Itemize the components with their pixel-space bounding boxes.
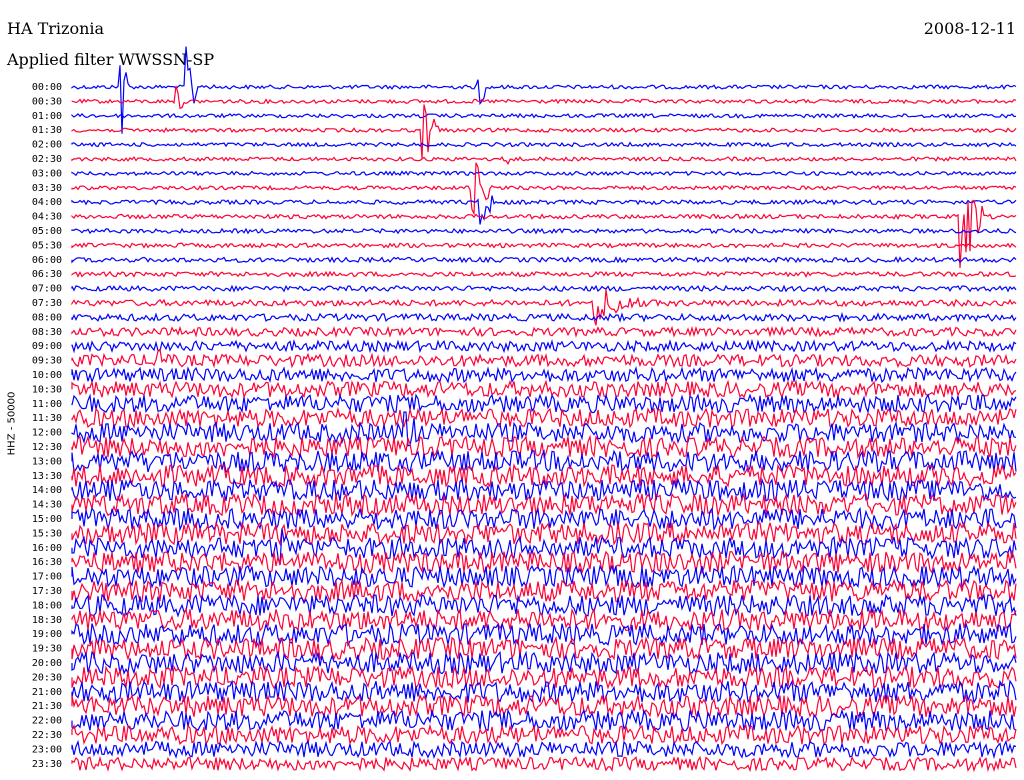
row-label: 20:30	[32, 672, 62, 683]
trace-line	[71, 195, 1017, 225]
trace-line	[71, 162, 1017, 216]
row-label: 11:30	[32, 413, 62, 424]
row-label: 08:00	[32, 312, 62, 323]
row-label: 01:30	[32, 125, 62, 136]
trace-line	[71, 739, 1017, 760]
trace-line	[71, 104, 1017, 159]
row-label: 10:00	[32, 370, 62, 381]
trace-line	[71, 348, 1017, 369]
trace-line	[71, 284, 1017, 293]
trace-line	[71, 755, 1017, 773]
trace-line	[71, 379, 1017, 400]
row-label: 08:30	[32, 327, 62, 338]
trace-line	[71, 311, 1017, 323]
row-label: 13:30	[32, 471, 62, 482]
row-label: 09:30	[32, 356, 62, 367]
row-labels: 00:00 00:30 01:00 01:30 02:00 02:30 03:00 03:30…	[32, 82, 62, 770]
trace-line	[71, 448, 1017, 474]
trace-line	[71, 635, 1017, 662]
row-label: 12:30	[32, 442, 62, 453]
trace-line	[71, 365, 1017, 384]
row-label: 22:00	[32, 716, 62, 727]
row-label: 13:00	[32, 456, 62, 467]
trace-line	[71, 406, 1017, 429]
row-label: 17:00	[32, 572, 62, 583]
row-label: 19:30	[32, 644, 62, 655]
trace-line	[71, 325, 1017, 339]
row-label: 18:30	[32, 615, 62, 626]
row-label: 21:30	[32, 701, 62, 712]
row-label: 02:30	[32, 154, 62, 165]
trace-line	[71, 170, 1017, 177]
trace-line	[71, 270, 1017, 278]
row-label: 06:30	[32, 269, 62, 280]
trace-line	[71, 199, 1017, 269]
trace-line	[71, 85, 1017, 110]
row-label: 11:00	[32, 399, 62, 410]
row-label: 18:00	[32, 600, 62, 611]
row-label: 19:00	[32, 629, 62, 640]
row-label: 23:30	[32, 759, 62, 770]
row-label: 04:00	[32, 197, 62, 208]
trace-line	[71, 156, 1017, 166]
row-label: 02:00	[32, 140, 62, 151]
row-label: 23:00	[32, 744, 62, 755]
row-label: 01:00	[32, 111, 62, 122]
row-label: 10:30	[32, 384, 62, 395]
trace-line	[71, 141, 1017, 148]
trace-lines	[71, 46, 1017, 773]
trace-line	[71, 242, 1017, 249]
row-label: 16:30	[32, 557, 62, 568]
helicorder-plot: 00:00 00:30 01:00 01:30 02:00 02:30 03:00 03:30…	[32, 46, 1017, 773]
row-label: 07:30	[32, 298, 62, 309]
trace-line	[71, 256, 1017, 264]
trace-line	[71, 607, 1017, 633]
row-label: 17:30	[32, 586, 62, 597]
row-label: 03:00	[32, 168, 62, 179]
row-label: 07:00	[32, 284, 62, 295]
trace-line	[71, 477, 1017, 503]
row-label: 12:00	[32, 428, 62, 439]
row-label: 21:00	[32, 687, 62, 698]
trace-line	[71, 393, 1017, 414]
row-label: 03:30	[32, 183, 62, 194]
row-label: 14:30	[32, 500, 62, 511]
row-label: 09:00	[32, 341, 62, 352]
trace-line	[71, 227, 1017, 235]
trace-line	[71, 112, 1017, 119]
trace-line	[71, 723, 1017, 746]
trace-line	[71, 578, 1017, 604]
row-label: 05:00	[32, 226, 62, 237]
row-label: 22:30	[32, 730, 62, 741]
row-label: 20:00	[32, 658, 62, 669]
row-label: 06:00	[32, 255, 62, 266]
row-label: 14:00	[32, 485, 62, 496]
row-label: 00:30	[32, 96, 62, 107]
trace-line	[71, 338, 1017, 354]
row-label: 15:00	[32, 514, 62, 525]
row-label: 15:30	[32, 528, 62, 539]
row-label: 04:30	[32, 212, 62, 223]
trace-line	[71, 46, 1017, 134]
row-label: 00:00	[32, 82, 62, 93]
row-label: 05:30	[32, 240, 62, 251]
row-label: 16:00	[32, 543, 62, 554]
